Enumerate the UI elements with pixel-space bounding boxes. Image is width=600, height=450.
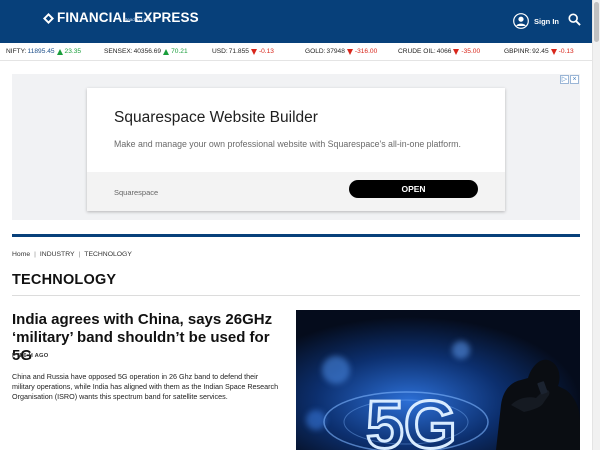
breadcrumb-home[interactable]: Home	[12, 251, 30, 258]
site-logo[interactable]: FINANCIAL EXPRESS	[43, 10, 199, 26]
signin-label: Sign In	[534, 16, 559, 26]
article-image-graphic: 5G	[296, 310, 580, 450]
ticker-value: 37948	[326, 48, 345, 55]
ticker-name: USD:	[212, 48, 228, 55]
ad-sponsor: Squarespace	[114, 188, 159, 197]
ticker-change: -35.00	[461, 48, 481, 55]
ticker-change: -0.13	[258, 48, 274, 55]
ticker-item-gold[interactable]: GOLD: 37948 -316.00	[305, 48, 377, 55]
ticker-item-nifty[interactable]: NIFTY: 11895.45 23.35	[6, 48, 81, 55]
article-headline[interactable]: India agrees with China, says 26GHz ‘mil…	[12, 311, 290, 365]
ad-controls: ▷ ×	[559, 75, 579, 84]
breadcrumb-technology[interactable]: TECHNOLOGY	[84, 251, 132, 258]
ticker-change: -0.13	[558, 48, 574, 55]
ticker-item-crude-oil[interactable]: CRUDE OIL: 4066 -35.00	[398, 48, 480, 55]
logo-mark-icon	[43, 13, 54, 24]
ticker-change: 70.21	[171, 48, 188, 55]
article-summary: China and Russia have opposed 5G operati…	[12, 372, 279, 401]
arrow-down-icon	[346, 48, 353, 55]
article-image[interactable]: 5G	[296, 310, 580, 450]
ticker-change: 23.35	[64, 48, 82, 55]
ad-card[interactable]: Squarespace Website Builder Make and man…	[87, 88, 505, 211]
ticker-value: 71.855	[228, 48, 249, 55]
scrollbar-thumb[interactable]	[594, 2, 599, 42]
market-ticker: NIFTY: 11895.45 23.35 SENSEX: 40356.69 7…	[0, 43, 592, 61]
page-title: TECHNOLOGY	[12, 272, 117, 288]
search-icon[interactable]	[568, 13, 581, 26]
arrow-up-icon	[56, 48, 63, 55]
ad-footer: Squarespace OPEN	[87, 172, 505, 211]
ticker-name: GBPINR:	[504, 48, 532, 55]
arrow-down-icon	[550, 48, 557, 55]
breadcrumb-industry[interactable]: INDUSTRY	[40, 251, 75, 258]
ad-open-button[interactable]: OPEN	[349, 180, 478, 198]
ticker-item-usd[interactable]: USD: 71.855 -0.13	[212, 48, 274, 55]
article-image-5g-text: 5G	[366, 387, 457, 450]
arrow-up-icon	[163, 48, 170, 55]
arrow-down-icon	[250, 48, 257, 55]
ad-title[interactable]: Squarespace Website Builder	[114, 109, 318, 127]
article-byline: PTI 6 H AGO	[12, 353, 49, 359]
breadcrumb-separator: |	[78, 251, 81, 258]
ticker-name: CRUDE OIL:	[398, 48, 436, 55]
ticker-value: 40356.69	[133, 48, 162, 55]
ticker-name: NIFTY:	[6, 48, 27, 55]
breadcrumb-separator: |	[34, 251, 36, 258]
site-header: FINANCIAL EXPRESS Read to Lead Sign In	[0, 0, 592, 43]
ticker-item-gbpinr[interactable]: GBPINR: 92.45 -0.13	[504, 48, 574, 55]
ticker-name: GOLD:	[305, 48, 326, 55]
ad-description: Make and manage your own professional we…	[114, 139, 461, 149]
user-icon	[513, 13, 529, 29]
arrow-down-icon	[453, 48, 460, 55]
ticker-value: 4066	[436, 48, 452, 55]
ticker-name: SENSEX:	[104, 48, 133, 55]
signin-button[interactable]: Sign In	[513, 13, 559, 29]
title-divider	[12, 295, 580, 296]
breadcrumb: Home | INDUSTRY | TECHNOLOGY	[12, 251, 132, 258]
ticker-value: 92.45	[532, 48, 549, 55]
adchoices-icon[interactable]: ▷	[560, 75, 569, 84]
logo-tagline: Read to Lead	[124, 17, 152, 22]
ticker-item-sensex[interactable]: SENSEX: 40356.69 70.21	[104, 48, 188, 55]
close-icon[interactable]: ×	[570, 75, 579, 84]
section-divider	[12, 234, 580, 237]
ticker-value: 11895.45	[27, 48, 55, 55]
page-scrollbar[interactable]	[592, 0, 600, 450]
ticker-change: -316.00	[354, 48, 378, 55]
ad-container: ▷ × Squarespace Website Builder Make and…	[12, 74, 580, 220]
